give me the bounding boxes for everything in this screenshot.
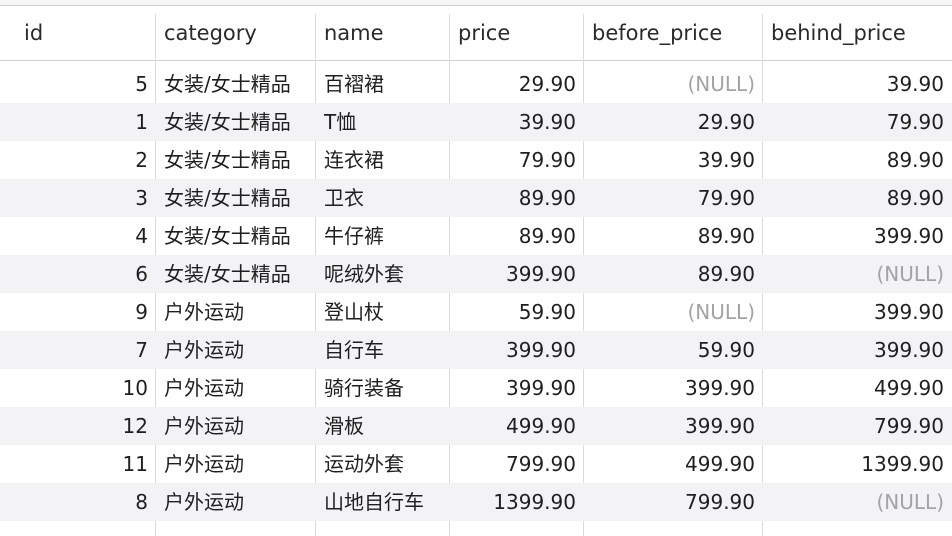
cell-category[interactable]: 女装/女士精品 [156,255,316,293]
cell-behind-price[interactable]: 1399.90 [763,445,952,483]
cell-behind-price[interactable]: 499.90 [763,369,952,407]
cell-id[interactable]: 1 [16,103,156,141]
cell-price[interactable]: 59.90 [450,293,584,331]
table-row[interactable]: 5 女装/女士精品 百褶裙 29.90 (NULL) 39.90 [0,65,952,103]
cell-id[interactable]: 4 [16,217,156,255]
cell-price[interactable]: 29.90 [450,65,584,103]
cell-before-price[interactable]: 499.90 [584,445,763,483]
header-row: id category name price before_price behi… [0,6,952,61]
cell-price[interactable]: 399.90 [450,331,584,369]
cell-behind-price[interactable]: 799.90 [763,407,952,445]
table-body: 5 女装/女士精品 百褶裙 29.90 (NULL) 39.90 1 女装/女士精品 T恤 39.… [0,65,952,521]
table-row[interactable]: 7 户外运动 自行车 399.90 59.90 399.90 [0,331,952,369]
cell-before-price[interactable]: 399.90 [584,407,763,445]
table-row[interactable]: 1 女装/女士精品 T恤 39.90 29.90 79.90 [0,103,952,141]
cell-id[interactable]: 9 [16,293,156,331]
cell-category[interactable]: 女装/女士精品 [156,179,316,217]
cell-before-price[interactable]: 89.90 [584,217,763,255]
cell-id[interactable]: 8 [16,483,156,521]
cell-category[interactable]: 女装/女士精品 [156,103,316,141]
table-row[interactable]: 11 户外运动 运动外套 799.90 499.90 1399.90 [0,445,952,483]
cell-behind-price[interactable]: 79.90 [763,103,952,141]
cell-id[interactable]: 3 [16,179,156,217]
cell-price[interactable]: 1399.90 [450,483,584,521]
cell-before-price[interactable]: 29.90 [584,103,763,141]
cell-category[interactable]: 户外运动 [156,483,316,521]
cell-category[interactable]: 户外运动 [156,445,316,483]
cell-before-price[interactable]: 59.90 [584,331,763,369]
header-behind-price[interactable]: behind_price [763,6,952,60]
cell-before-price[interactable]: 39.90 [584,141,763,179]
header-price[interactable]: price [450,6,584,60]
header-id[interactable]: id [16,6,156,60]
cell-name[interactable]: 运动外套 [316,445,450,483]
cell-behind-price[interactable]: 399.90 [763,331,952,369]
cell-price[interactable]: 499.90 [450,407,584,445]
cell-behind-price[interactable]: 399.90 [763,217,952,255]
cell-behind-price[interactable]: 89.90 [763,179,952,217]
cell-category[interactable]: 户外运动 [156,293,316,331]
cell-name[interactable]: 登山杖 [316,293,450,331]
cell-behind-price[interactable]: 39.90 [763,65,952,103]
table-row[interactable]: 2 女装/女士精品 连衣裙 79.90 39.90 89.90 [0,141,952,179]
table-row[interactable]: 12 户外运动 滑板 499.90 399.90 799.90 [0,407,952,445]
header-name[interactable]: name [316,6,450,60]
cell-category[interactable]: 女装/女士精品 [156,141,316,179]
cell-name[interactable]: T恤 [316,103,450,141]
cell-name[interactable]: 呢绒外套 [316,255,450,293]
header-category[interactable]: category [156,6,316,60]
cell-category[interactable]: 户外运动 [156,369,316,407]
table-row[interactable]: 9 户外运动 登山杖 59.90 (NULL) 399.90 [0,293,952,331]
header-before-price[interactable]: before_price [584,6,763,60]
cell-category[interactable]: 户外运动 [156,331,316,369]
cell-behind-price[interactable]: (NULL) [763,483,952,521]
cell-before-price[interactable]: (NULL) [584,293,763,331]
cell-price[interactable]: 39.90 [450,103,584,141]
cell-price[interactable]: 399.90 [450,255,584,293]
cell-name[interactable]: 山地自行车 [316,483,450,521]
cell-price[interactable]: 399.90 [450,369,584,407]
cell-id[interactable]: 7 [16,331,156,369]
cell-category[interactable]: 女装/女士精品 [156,217,316,255]
cell-category[interactable]: 女装/女士精品 [156,65,316,103]
cell-name[interactable]: 牛仔裤 [316,217,450,255]
cell-id[interactable]: 2 [16,141,156,179]
cell-before-price[interactable]: 89.90 [584,255,763,293]
cell-behind-price[interactable]: 399.90 [763,293,952,331]
cell-name[interactable]: 滑板 [316,407,450,445]
cell-behind-price[interactable]: 89.90 [763,141,952,179]
cell-category[interactable]: 户外运动 [156,407,316,445]
table-row[interactable]: 4 女装/女士精品 牛仔裤 89.90 89.90 399.90 [0,217,952,255]
cell-name[interactable]: 连衣裙 [316,141,450,179]
table-row[interactable]: 8 户外运动 山地自行车 1399.90 799.90 (NULL) [0,483,952,521]
cell-id[interactable]: 10 [16,369,156,407]
cell-id[interactable]: 12 [16,407,156,445]
cell-id[interactable]: 5 [16,65,156,103]
cell-name[interactable]: 自行车 [316,331,450,369]
cell-name[interactable]: 骑行装备 [316,369,450,407]
cell-name[interactable]: 百褶裙 [316,65,450,103]
cell-before-price[interactable]: 79.90 [584,179,763,217]
cell-before-price[interactable]: (NULL) [584,65,763,103]
cell-before-price[interactable]: 799.90 [584,483,763,521]
table-row[interactable]: 6 女装/女士精品 呢绒外套 399.90 89.90 (NULL) [0,255,952,293]
cell-price[interactable]: 799.90 [450,445,584,483]
cell-price[interactable]: 89.90 [450,217,584,255]
cell-price[interactable]: 79.90 [450,141,584,179]
cell-id[interactable]: 11 [16,445,156,483]
cell-behind-price[interactable]: (NULL) [763,255,952,293]
cell-name[interactable]: 卫衣 [316,179,450,217]
cell-before-price[interactable]: 399.90 [584,369,763,407]
table-row[interactable]: 3 女装/女士精品 卫衣 89.90 79.90 89.90 [0,179,952,217]
cell-price[interactable]: 89.90 [450,179,584,217]
cell-id[interactable]: 6 [16,255,156,293]
result-grid: id category name price before_price behi… [0,0,952,536]
table-row[interactable]: 10 户外运动 骑行装备 399.90 399.90 499.90 [0,369,952,407]
